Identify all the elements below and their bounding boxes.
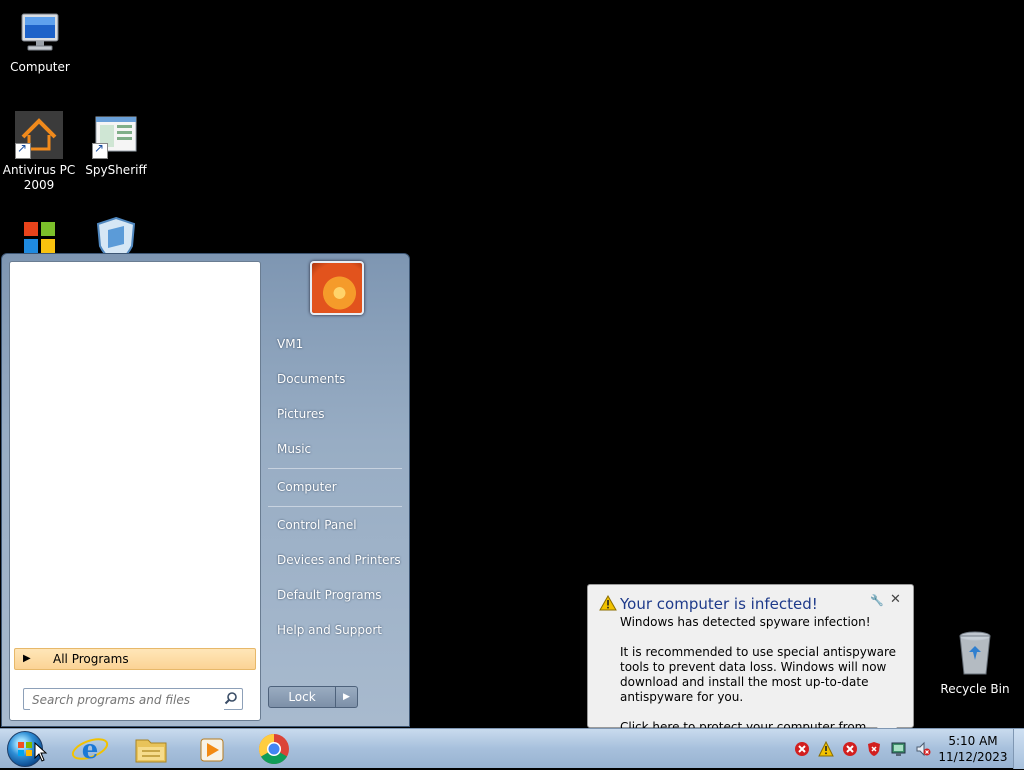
start-item-label: Help and Support — [277, 623, 382, 637]
search-icon[interactable] — [224, 691, 238, 708]
start-item-devices-printers[interactable]: Devices and Printers — [270, 545, 404, 575]
all-programs-button[interactable]: ▶ All Programs — [14, 648, 256, 670]
network-icon[interactable] — [891, 741, 907, 757]
error-icon[interactable] — [794, 741, 810, 757]
shortcut-arrow-icon — [15, 141, 31, 159]
start-menu: ▶ All Programs VM1 Documents Pictures Mu… — [1, 253, 410, 727]
mouse-cursor-icon — [34, 742, 48, 762]
start-item-vm1[interactable]: VM1 — [270, 329, 404, 359]
close-icon[interactable]: ✕ — [890, 592, 901, 607]
start-item-label: Music — [277, 442, 312, 456]
desktop-icon-recycle-bin[interactable]: Recycle Bin — [935, 630, 1015, 697]
internet-explorer-icon: e — [71, 735, 109, 765]
svg-text:e: e — [82, 735, 99, 765]
start-menu-programs-pane: ▶ All Programs — [9, 261, 261, 721]
desktop-icon-label: Recycle Bin — [940, 682, 1010, 696]
file-explorer-icon — [135, 739, 167, 763]
all-programs-label: All Programs — [53, 652, 129, 666]
warning-icon — [599, 594, 617, 614]
start-item-music[interactable]: Music — [270, 434, 404, 464]
chrome-icon — [258, 734, 289, 765]
shield-alert-icon[interactable] — [866, 741, 882, 757]
warning-icon[interactable] — [818, 740, 834, 757]
start-item-label: Default Programs — [277, 588, 382, 602]
start-item-control-panel[interactable]: Control Panel — [270, 510, 404, 540]
desktop-icon-spysheriff[interactable]: SpySheriff — [76, 111, 156, 178]
start-item-default-programs[interactable]: Default Programs — [270, 580, 404, 610]
spysheriff-icon — [92, 111, 140, 159]
start-item-label: Devices and Printers — [277, 553, 401, 567]
menu-separator — [268, 506, 402, 507]
desktop-icon-computer[interactable]: Computer — [0, 8, 80, 75]
search-input[interactable] — [30, 690, 224, 710]
start-item-label: Control Panel — [277, 518, 357, 532]
taskbar-file-explorer[interactable] — [128, 731, 174, 767]
show-desktop-button[interactable] — [1013, 729, 1024, 769]
taskbar-media-player[interactable] — [189, 731, 235, 767]
power-options-arrow[interactable]: ▶ — [336, 686, 358, 708]
clock-time: 5:10 AM — [948, 734, 998, 748]
balloon-title: Your computer is infected! — [620, 595, 818, 613]
system-clock[interactable]: 5:10 AM 11/12/2023 — [938, 733, 1008, 765]
start-item-label: Pictures — [277, 407, 325, 421]
start-item-documents[interactable]: Documents — [270, 364, 404, 394]
balloon-line: It is recommended to use special antispy… — [620, 645, 897, 704]
infection-balloon[interactable]: Your computer is infected! 🔧 ✕ Windows h… — [587, 584, 914, 749]
taskbar-chrome[interactable] — [251, 731, 297, 767]
start-item-label: VM1 — [277, 337, 304, 351]
wrench-icon[interactable]: 🔧 — [870, 594, 884, 607]
computer-icon — [16, 8, 64, 56]
taskbar: e 5:10 AM 11/12/2023 — [0, 728, 1024, 769]
lock-label: Lock — [288, 690, 316, 704]
start-item-help-support[interactable]: Help and Support — [270, 615, 404, 645]
user-avatar[interactable] — [310, 261, 364, 315]
media-player-icon — [200, 738, 224, 762]
balloon-line: Windows has detected spyware infection! — [620, 615, 871, 629]
desktop-icon-antivirus-pc[interactable]: Antivirus PC 2009 — [0, 111, 79, 193]
recycle-bin-icon — [951, 630, 999, 678]
desktop-icon-label: SpySheriff — [85, 163, 147, 177]
start-item-pictures[interactable]: Pictures — [270, 399, 404, 429]
menu-separator — [268, 468, 402, 469]
shortcut-arrow-icon — [92, 141, 108, 159]
start-item-computer[interactable]: Computer — [270, 472, 404, 502]
start-item-label: Documents — [277, 372, 346, 386]
error-icon[interactable] — [842, 741, 858, 757]
antivirus-pc-icon — [15, 111, 63, 159]
lock-button[interactable]: Lock — [268, 686, 336, 708]
start-item-label: Computer — [277, 480, 337, 494]
search-programs-field[interactable] — [23, 688, 243, 710]
desktop-icon-label: Antivirus PC 2009 — [2, 163, 76, 192]
taskbar-internet-explorer[interactable]: e — [67, 731, 113, 767]
desktop-icon-label: Computer — [10, 60, 70, 74]
speaker-muted-icon[interactable] — [915, 741, 931, 757]
clock-date: 11/12/2023 — [938, 750, 1008, 764]
chevron-right-icon: ▶ — [23, 653, 31, 664]
chevron-right-icon: ▶ — [343, 692, 350, 702]
